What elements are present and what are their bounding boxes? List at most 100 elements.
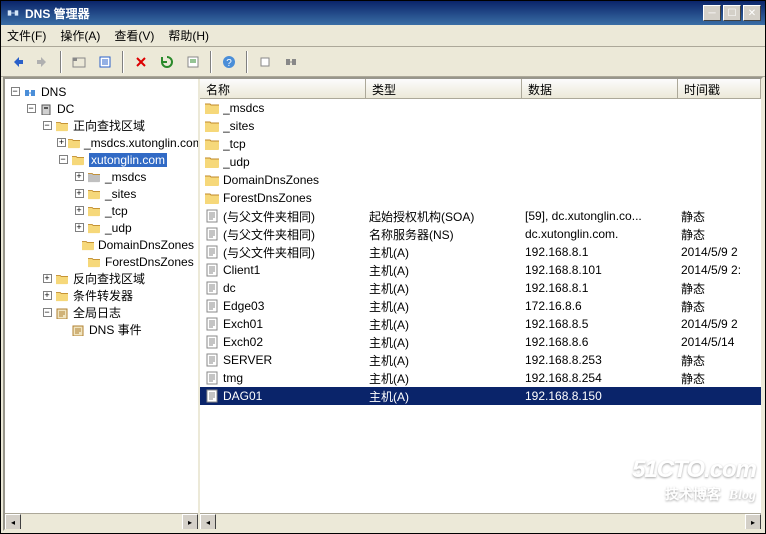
tree-item-label: DNS 事件 — [89, 321, 142, 338]
list-row[interactable]: _udp — [200, 153, 761, 171]
up-button[interactable] — [67, 50, 91, 74]
cell-type: 名称服务器(NS) — [369, 226, 525, 243]
cell-type: 主机(A) — [369, 244, 525, 261]
list-row[interactable]: (与父文件夹相同)主机(A)192.168.8.12014/5/9 2 — [200, 243, 761, 261]
col-name[interactable]: 名称 — [200, 79, 366, 98]
col-type[interactable]: 类型 — [366, 79, 522, 98]
cell-type: 主机(A) — [369, 298, 525, 315]
list-row[interactable]: Edge03主机(A)172.16.8.6静态 — [200, 297, 761, 315]
list-view[interactable]: 名称 类型 数据 时间戳 _msdcs_sites _tcp _udp DomainD… — [200, 79, 761, 529]
tree-item[interactable]: +_tcp — [7, 202, 196, 219]
menu-action[interactable]: 操作(A) — [60, 27, 100, 44]
cell-type: 主机(A) — [369, 352, 525, 369]
tree-item[interactable]: DNS 事件 — [7, 321, 196, 338]
folder-icon — [86, 186, 102, 202]
scroll-right-button[interactable]: ▸ — [182, 514, 198, 529]
col-data[interactable]: 数据 — [522, 79, 678, 98]
tree-item[interactable]: −DNS — [7, 83, 196, 100]
cell-name: DAG01 — [223, 389, 369, 403]
minimize-button[interactable]: ─ — [703, 5, 721, 21]
cell-name: DomainDnsZones — [223, 173, 369, 187]
menu-file[interactable]: 文件(F) — [7, 27, 46, 44]
tree-item[interactable]: +条件转发器 — [7, 287, 196, 304]
help-button[interactable]: ? — [217, 50, 241, 74]
cell-name: Exch01 — [223, 317, 369, 331]
cell-name: Client1 — [223, 263, 369, 277]
forward-button[interactable] — [31, 50, 55, 74]
tree-item[interactable]: +_msdcs.xutonglin.com — [7, 134, 196, 151]
list-row[interactable]: tmg主机(A)192.168.8.254静态 — [200, 369, 761, 387]
tree-item[interactable]: +_udp — [7, 219, 196, 236]
property-button[interactable] — [93, 50, 117, 74]
tree-view[interactable]: −DNS−DC−正向查找区域+_msdcs.xutonglin.com−xuto… — [5, 79, 200, 529]
cell-name: dc — [223, 281, 369, 295]
cell-ts: 2014/5/14 — [681, 335, 761, 349]
folder-icon — [204, 118, 220, 134]
scroll-right-button[interactable]: ▸ — [745, 514, 761, 529]
titlebar[interactable]: DNS 管理器 ─ ☐ ✕ — [1, 1, 765, 25]
list-row[interactable]: (与父文件夹相同)名称服务器(NS)dc.xutonglin.com.静态 — [200, 225, 761, 243]
rec-icon — [204, 298, 220, 314]
list-horizontal-scrollbar[interactable]: ◂ ▸ — [200, 513, 761, 529]
tree-item-label: xutonglin.com — [89, 153, 167, 167]
list-row[interactable]: _sites — [200, 117, 761, 135]
rec-icon — [204, 316, 220, 332]
cell-name: _udp — [223, 155, 369, 169]
list-row[interactable]: _msdcs — [200, 99, 761, 117]
list-header[interactable]: 名称 类型 数据 时间戳 — [200, 79, 761, 99]
cell-data: 192.168.8.1 — [525, 245, 681, 259]
cell-data: 192.168.8.150 — [525, 389, 681, 403]
tree-item[interactable]: +_sites — [7, 185, 196, 202]
cell-type: 主机(A) — [369, 280, 525, 297]
delete-button[interactable] — [129, 50, 153, 74]
folder-icon — [204, 172, 220, 188]
tree-item[interactable]: −正向查找区域 — [7, 117, 196, 134]
rec-icon — [204, 262, 220, 278]
rec-icon — [204, 334, 220, 350]
tree-item[interactable]: +反向查找区域 — [7, 270, 196, 287]
scroll-left-button[interactable]: ◂ — [5, 514, 21, 529]
tree-item-label: _sites — [105, 187, 136, 201]
tree-item[interactable]: DomainDnsZones — [7, 236, 196, 253]
connect-button[interactable] — [279, 50, 303, 74]
zone-icon — [70, 152, 86, 168]
tree-item[interactable]: −全局日志 — [7, 304, 196, 321]
list-row[interactable]: Exch01主机(A)192.168.8.52014/5/9 2 — [200, 315, 761, 333]
tree-item[interactable]: ForestDnsZones — [7, 253, 196, 270]
back-button[interactable] — [5, 50, 29, 74]
menu-view[interactable]: 查看(V) — [114, 27, 154, 44]
cell-data: 192.168.8.1 — [525, 281, 681, 295]
cell-name: _tcp — [223, 137, 369, 151]
cell-type: 主机(A) — [369, 370, 525, 387]
list-row[interactable]: ForestDnsZones — [200, 189, 761, 207]
tree-item[interactable]: −DC — [7, 100, 196, 117]
scroll-left-button[interactable]: ◂ — [200, 514, 216, 529]
rec-icon — [204, 244, 220, 260]
list-row[interactable]: SERVER主机(A)192.168.8.253静态 — [200, 351, 761, 369]
list-row[interactable]: DomainDnsZones — [200, 171, 761, 189]
tree-horizontal-scrollbar[interactable]: ◂▸ — [5, 513, 198, 529]
new-button[interactable] — [253, 50, 277, 74]
list-row[interactable]: DAG01主机(A)192.168.8.150 — [200, 387, 761, 405]
tree-item-label: DC — [57, 102, 74, 116]
tree-item-label: ForestDnsZones — [105, 255, 194, 269]
cell-data: 192.168.8.101 — [525, 263, 681, 277]
list-row[interactable]: (与父文件夹相同)起始授权机构(SOA)[59], dc.xutonglin.c… — [200, 207, 761, 225]
list-row[interactable]: dc主机(A)192.168.8.1静态 — [200, 279, 761, 297]
menu-help[interactable]: 帮助(H) — [168, 27, 209, 44]
col-ts[interactable]: 时间戳 — [678, 79, 761, 98]
tree-item[interactable]: −xutonglin.com — [7, 151, 196, 168]
export-button[interactable] — [181, 50, 205, 74]
cell-type: 主机(A) — [369, 388, 525, 405]
maximize-button[interactable]: ☐ — [723, 5, 741, 21]
cell-data: dc.xutonglin.com. — [525, 227, 681, 241]
cell-data: 192.168.8.5 — [525, 317, 681, 331]
zone-icon — [67, 135, 81, 151]
refresh-button[interactable] — [155, 50, 179, 74]
list-row[interactable]: _tcp — [200, 135, 761, 153]
cell-ts: 静态 — [681, 208, 761, 225]
list-row[interactable]: Client1主机(A)192.168.8.1012014/5/9 2: — [200, 261, 761, 279]
list-row[interactable]: Exch02主机(A)192.168.8.62014/5/14 — [200, 333, 761, 351]
tree-item[interactable]: +_msdcs — [7, 168, 196, 185]
close-button[interactable]: ✕ — [743, 5, 761, 21]
